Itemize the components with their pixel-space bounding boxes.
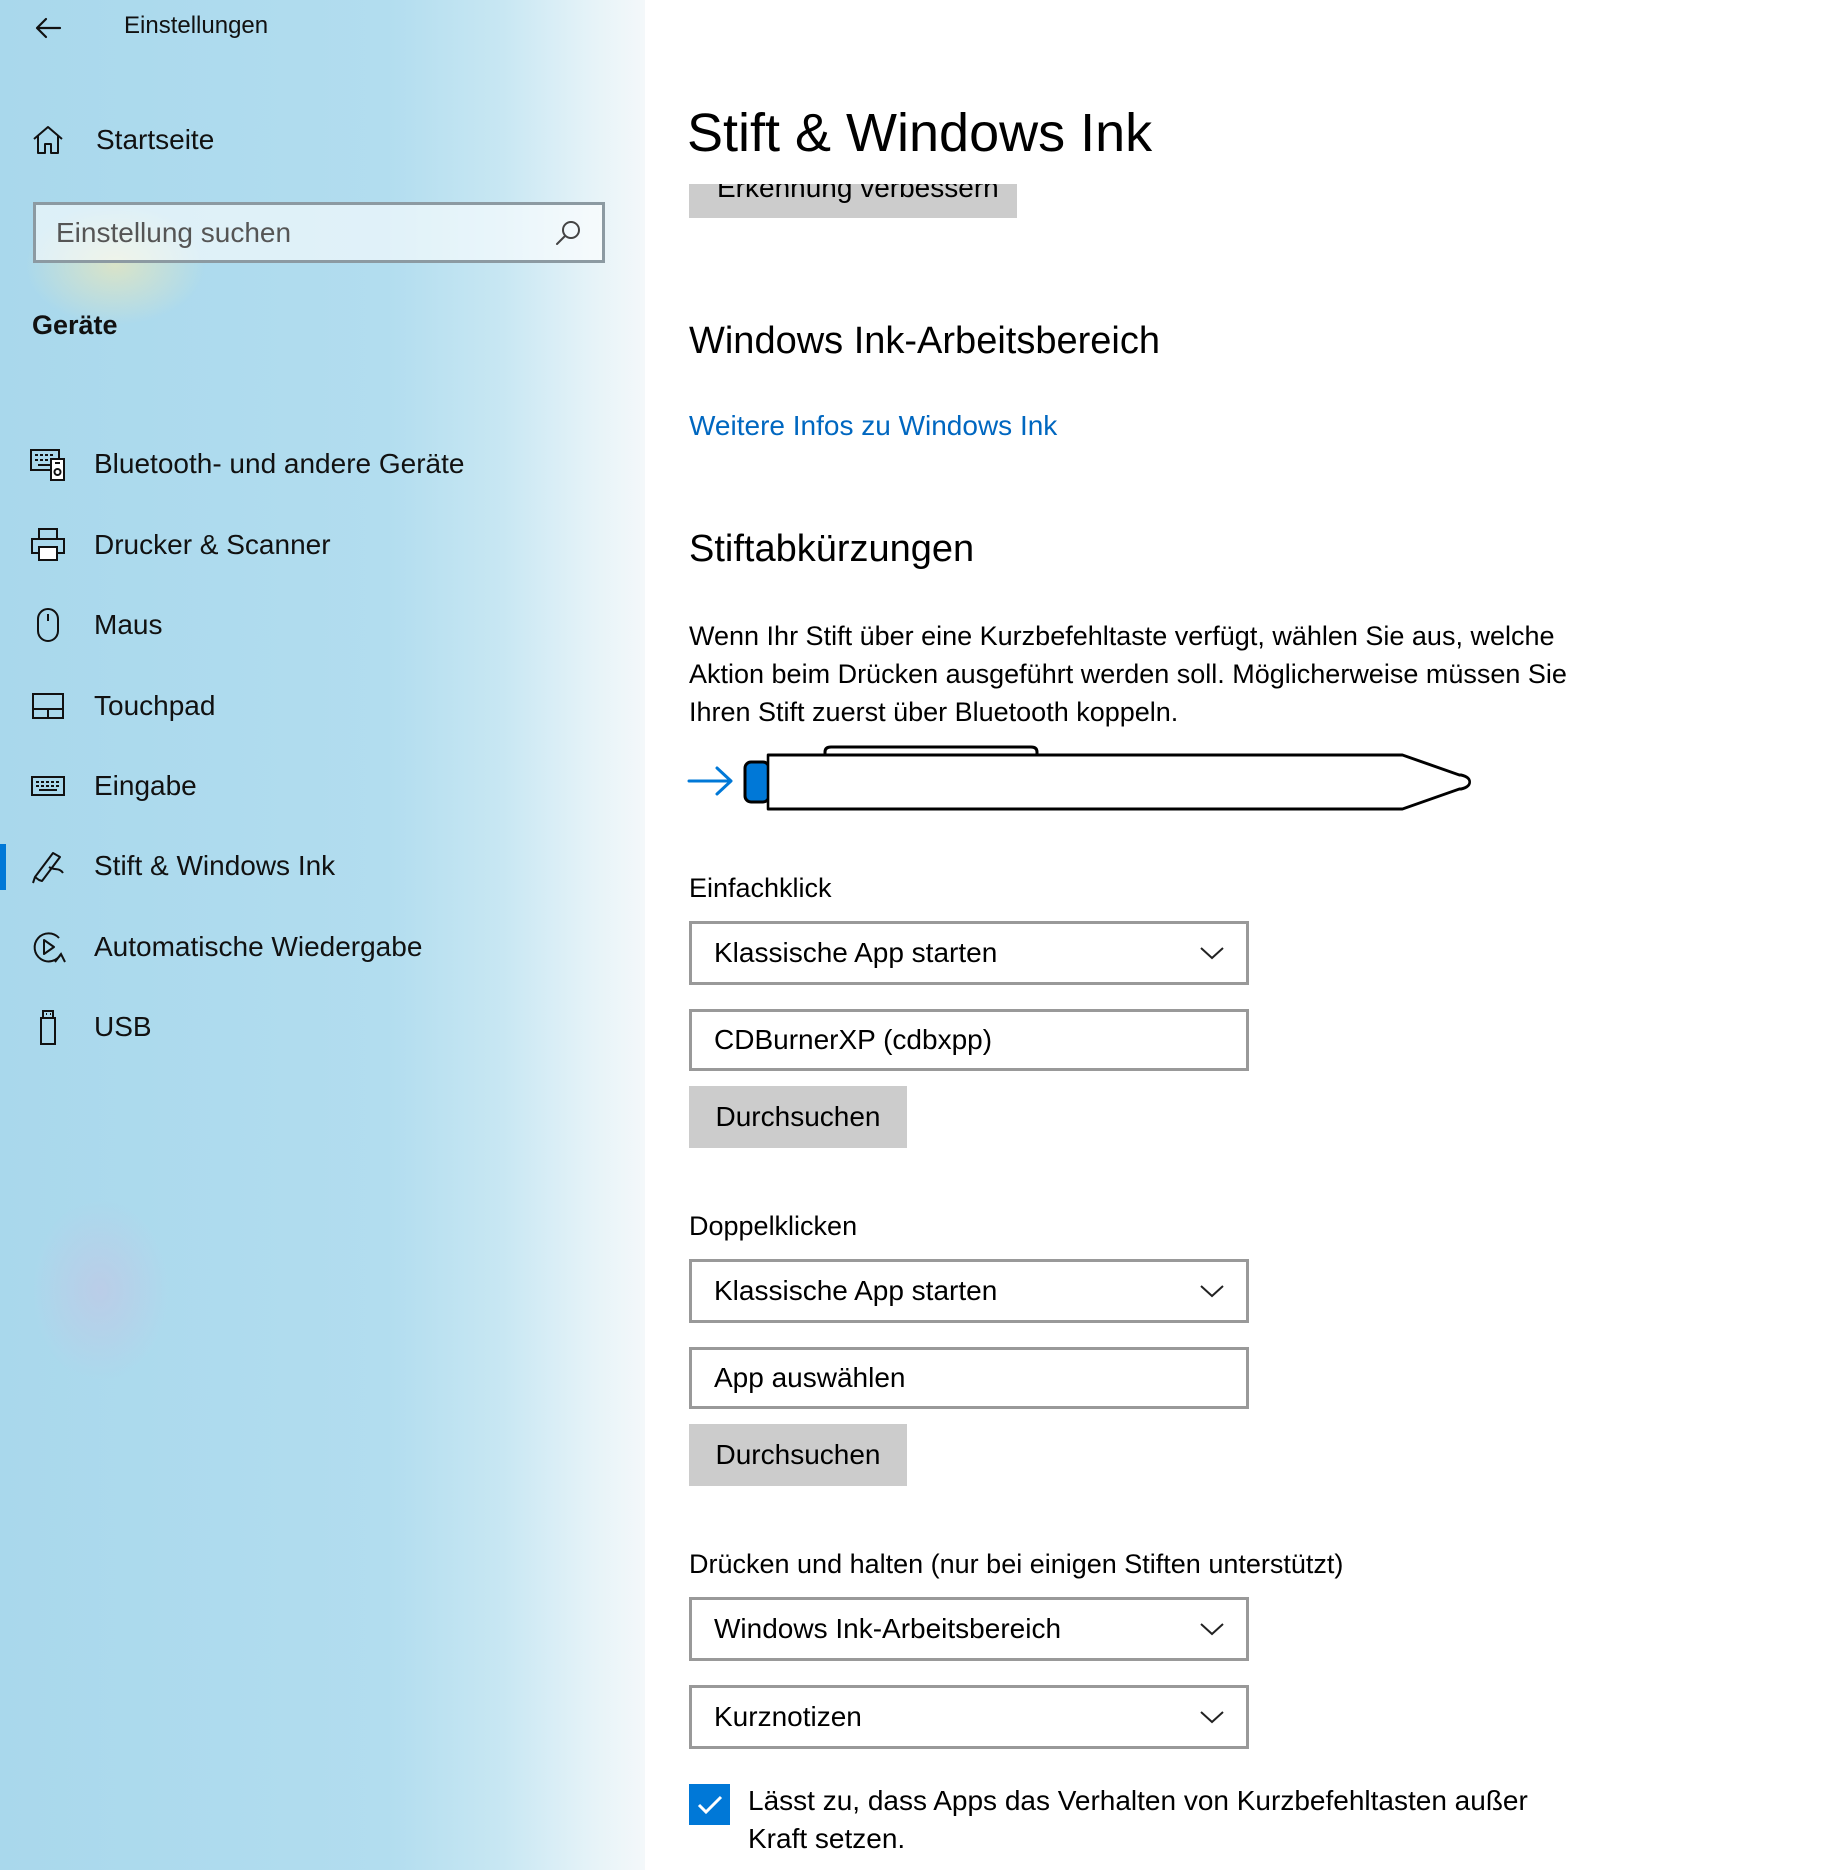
sidebar-item-bluetooth[interactable]: Bluetooth- und andere Geräte: [0, 424, 645, 504]
sidebar-item-label: Maus: [94, 609, 163, 640]
selection-indicator: [0, 844, 6, 890]
printer-icon: [28, 525, 68, 565]
field-value: App auswählen: [714, 1362, 906, 1393]
back-button[interactable]: [30, 8, 70, 48]
sidebar: Einstellungen Startseite Geräte: [0, 0, 645, 1870]
sidebar-item-label: Drucker & Scanner: [94, 529, 331, 560]
search-box[interactable]: [33, 202, 605, 263]
touchpad-icon: [28, 686, 68, 726]
chevron-down-icon: [1196, 1275, 1228, 1307]
keyboard-icon: [28, 766, 68, 806]
sidebar-item-label: Bluetooth- und andere Geräte: [94, 448, 465, 479]
windows-ink-info-link[interactable]: Weitere Infos zu Windows Ink: [689, 410, 1057, 442]
chevron-down-icon: [1196, 1701, 1228, 1733]
checkmark-icon: [697, 1795, 722, 1814]
sidebar-item-autoplay[interactable]: Automatische Wiedergabe: [0, 907, 645, 987]
button-label: Erkennung verbessern: [717, 184, 999, 203]
double-click-app-field: App auswählen: [689, 1347, 1249, 1409]
pen-shortcuts-heading: Stiftabkürzungen: [689, 528, 975, 570]
search-icon[interactable]: [548, 213, 588, 253]
sidebar-item-label: Touchpad: [94, 690, 216, 721]
shortcut-arrow-icon: [687, 766, 733, 796]
press-hold-label: Drücken und halten (nur bei einigen Stif…: [689, 1549, 1344, 1579]
sidebar-item-label: Eingabe: [94, 770, 197, 801]
single-click-label: Einfachklick: [689, 873, 832, 903]
double-click-action-dropdown[interactable]: Klassische App starten: [689, 1259, 1249, 1323]
sidebar-item-touchpad[interactable]: Touchpad: [0, 666, 645, 746]
sidebar-item-typing[interactable]: Eingabe: [0, 746, 645, 826]
main-content: Stift & Windows Ink Erkennung verbessern…: [645, 0, 1831, 1870]
press-hold-action-dropdown[interactable]: Windows Ink-Arbeitsbereich: [689, 1597, 1249, 1661]
ink-workspace-heading: Windows Ink-Arbeitsbereich: [689, 320, 1160, 362]
nav-home[interactable]: Startseite: [26, 112, 214, 168]
double-click-label: Doppelklicken: [689, 1211, 858, 1241]
single-click-action-dropdown[interactable]: Klassische App starten: [689, 921, 1249, 985]
sidebar-item-mouse[interactable]: Maus: [0, 585, 645, 665]
field-value: CDBurnerXP (cdbxpp): [714, 1024, 993, 1055]
override-shortcuts-label[interactable]: Lässt zu, dass Apps das Verhalten von Ku…: [748, 1782, 1588, 1858]
sidebar-item-usb[interactable]: USB: [0, 987, 645, 1067]
press-hold-app-dropdown[interactable]: Kurznotizen: [689, 1685, 1249, 1749]
dropdown-value: Klassische App starten: [714, 937, 998, 968]
single-click-browse-button[interactable]: Durchsuchen: [689, 1086, 907, 1148]
sidebar-item-printers[interactable]: Drucker & Scanner: [0, 505, 645, 585]
single-click-app-field: CDBurnerXP (cdbxpp): [689, 1009, 1249, 1071]
usb-icon: [28, 1007, 68, 1047]
sidebar-item-label: Stift & Windows Ink: [94, 850, 336, 881]
sidebar-item-label: USB: [94, 1011, 152, 1042]
override-shortcuts-checkbox[interactable]: [689, 1784, 730, 1825]
sidebar-item-pen[interactable]: Stift & Windows Ink: [0, 826, 645, 906]
home-icon: [26, 118, 70, 162]
chevron-down-icon: [1196, 1613, 1228, 1645]
improve-recognition-button[interactable]: Erkennung verbessern: [689, 184, 1017, 218]
bluetooth-devices-icon: [28, 444, 68, 484]
section-title: Geräte: [32, 310, 118, 340]
chevron-down-icon: [1196, 937, 1228, 969]
dropdown-value: Klassische App starten: [714, 1275, 998, 1306]
dropdown-value: Kurznotizen: [714, 1701, 862, 1732]
double-click-browse-button[interactable]: Durchsuchen: [689, 1424, 907, 1486]
sidebar-item-label: Automatische Wiedergabe: [94, 931, 423, 962]
pen-illustration: [687, 745, 1487, 811]
app-title: Einstellungen: [124, 12, 269, 39]
mouse-icon: [28, 605, 68, 645]
pen-icon: [28, 846, 68, 886]
search-input[interactable]: [36, 215, 548, 250]
back-arrow-icon: [35, 17, 62, 39]
dropdown-value: Windows Ink-Arbeitsbereich: [714, 1613, 1062, 1644]
page-title: Stift & Windows Ink: [687, 103, 1153, 163]
pen-shortcuts-description: Wenn Ihr Stift über eine Kurzbefehltaste…: [689, 621, 1567, 727]
pen-drawing-icon: [743, 745, 1487, 811]
autoplay-icon: [28, 927, 68, 967]
nav-home-label: Startseite: [96, 124, 215, 155]
